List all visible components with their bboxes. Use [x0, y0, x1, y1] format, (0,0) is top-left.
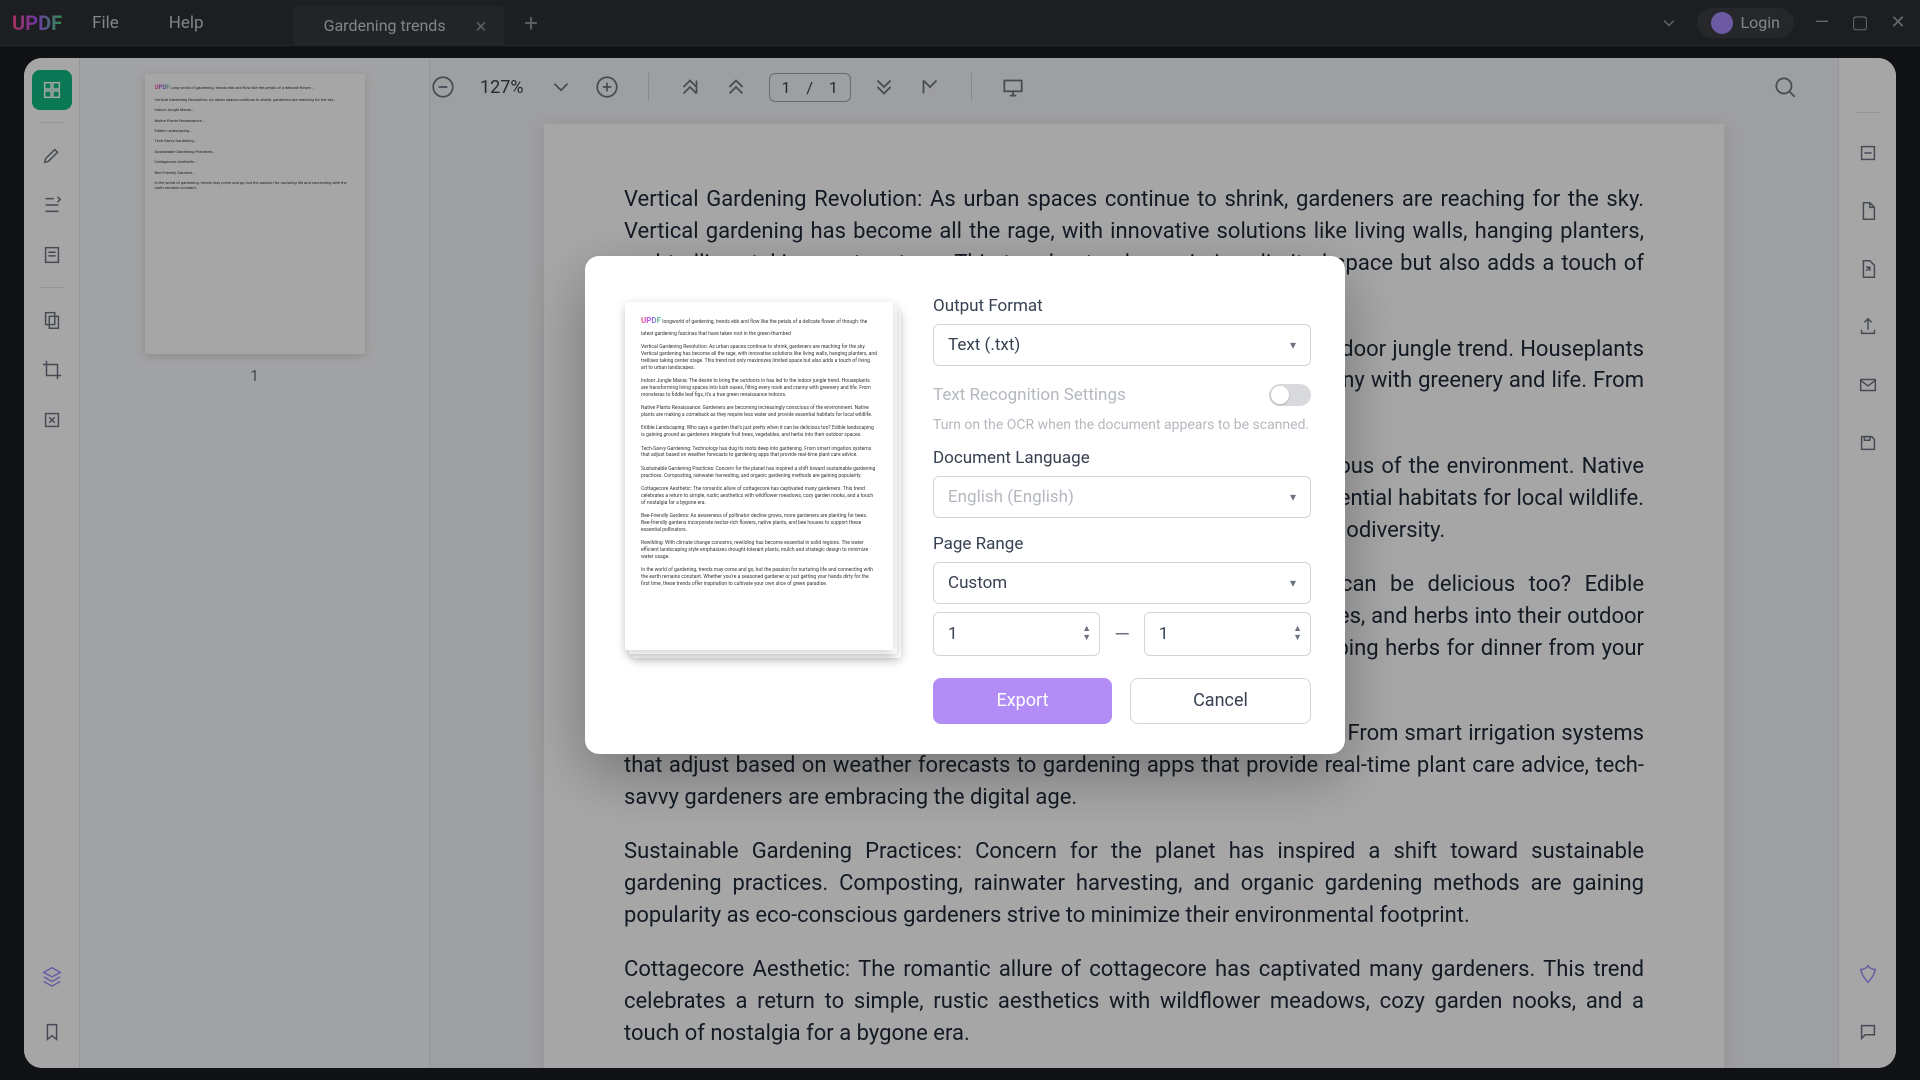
output-format-label: Output Format [933, 296, 1311, 316]
range-to-field[interactable]: 1 ▲▼ [1144, 612, 1311, 656]
dialog-preview: UPDF longworld of gardening, trends ebb … [619, 296, 899, 656]
ocr-label: Text Recognition Settings [933, 385, 1126, 405]
range-from-field[interactable]: 1 ▲▼ [933, 612, 1100, 656]
output-format-value: Text (.txt) [948, 335, 1020, 355]
spinner-down-icon[interactable]: ▼ [1082, 634, 1091, 643]
language-label: Document Language [933, 448, 1311, 468]
language-select[interactable]: English (English) ▾ [933, 476, 1311, 518]
export-button[interactable]: Export [933, 678, 1112, 724]
page-range-select[interactable]: Custom ▾ [933, 562, 1311, 604]
range-from-value: 1 [948, 624, 958, 644]
chevron-down-icon: ▾ [1290, 490, 1296, 504]
range-to-value: 1 [1159, 624, 1169, 644]
page-range-value: Custom [948, 573, 1007, 593]
spinner-down-icon[interactable]: ▼ [1293, 634, 1302, 643]
dialog-form: Output Format Text (.txt) ▾ Text Recogni… [933, 296, 1311, 724]
ocr-hint: Turn on the OCR when the document appear… [933, 416, 1311, 436]
ocr-toggle[interactable] [1269, 384, 1311, 406]
page-range-label: Page Range [933, 534, 1311, 554]
language-value: English (English) [948, 487, 1074, 507]
chevron-down-icon: ▾ [1290, 576, 1296, 590]
output-format-select[interactable]: Text (.txt) ▾ [933, 324, 1311, 366]
chevron-down-icon: ▾ [1290, 338, 1296, 352]
cancel-button[interactable]: Cancel [1130, 678, 1311, 724]
range-separator: — [1114, 622, 1130, 646]
export-dialog: UPDF longworld of gardening, trends ebb … [585, 256, 1345, 754]
